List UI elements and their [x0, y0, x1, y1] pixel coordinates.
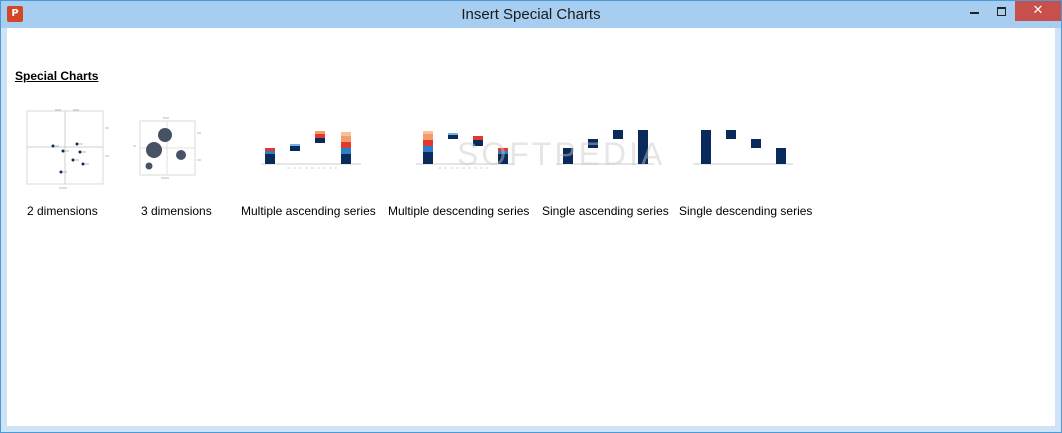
close-button[interactable]: ✕	[1015, 1, 1061, 21]
chart-option-label: 3 dimensions	[141, 204, 212, 218]
chart-option-label: Multiple descending series	[388, 204, 530, 218]
insert-special-charts-window: P Insert Special Charts ✕ Special Charts	[0, 0, 1062, 433]
minimize-button[interactable]	[961, 1, 988, 21]
close-icon: ✕	[1032, 3, 1044, 18]
chart-option-multiple-ascending-series[interactable]: Multiple ascending series	[241, 108, 381, 228]
chart-option-label: 2 dimensions	[27, 204, 98, 218]
window-title: Insert Special Charts	[461, 6, 601, 23]
chart-option-label: Single ascending series	[542, 204, 669, 218]
dialog-content: Special Charts 2 dimensions 3 dimensions…	[7, 28, 1055, 426]
maximize-icon	[997, 7, 1006, 16]
minimize-icon	[970, 12, 979, 14]
chart-option-2-dimensions[interactable]: 2 dimensions	[25, 108, 125, 228]
chart-option-single-descending-series[interactable]: Single descending series	[679, 108, 819, 228]
single-descending-thumbnail	[693, 130, 793, 165]
multiple-ascending-thumbnail	[261, 131, 361, 169]
chart-option-label: Multiple ascending series	[241, 204, 376, 218]
three-dimensions-thumbnail	[133, 117, 201, 179]
softpedia-watermark: SOFTPEDIA	[457, 136, 666, 172]
chart-option-label: Single descending series	[679, 204, 813, 218]
section-title: Special Charts	[15, 69, 99, 83]
two-dimensions-thumbnail	[26, 109, 109, 189]
chart-option-3-dimensions[interactable]: 3 dimensions	[133, 108, 223, 228]
maximize-button[interactable]	[988, 1, 1015, 21]
title-bar[interactable]: P Insert Special Charts ✕	[1, 1, 1061, 28]
